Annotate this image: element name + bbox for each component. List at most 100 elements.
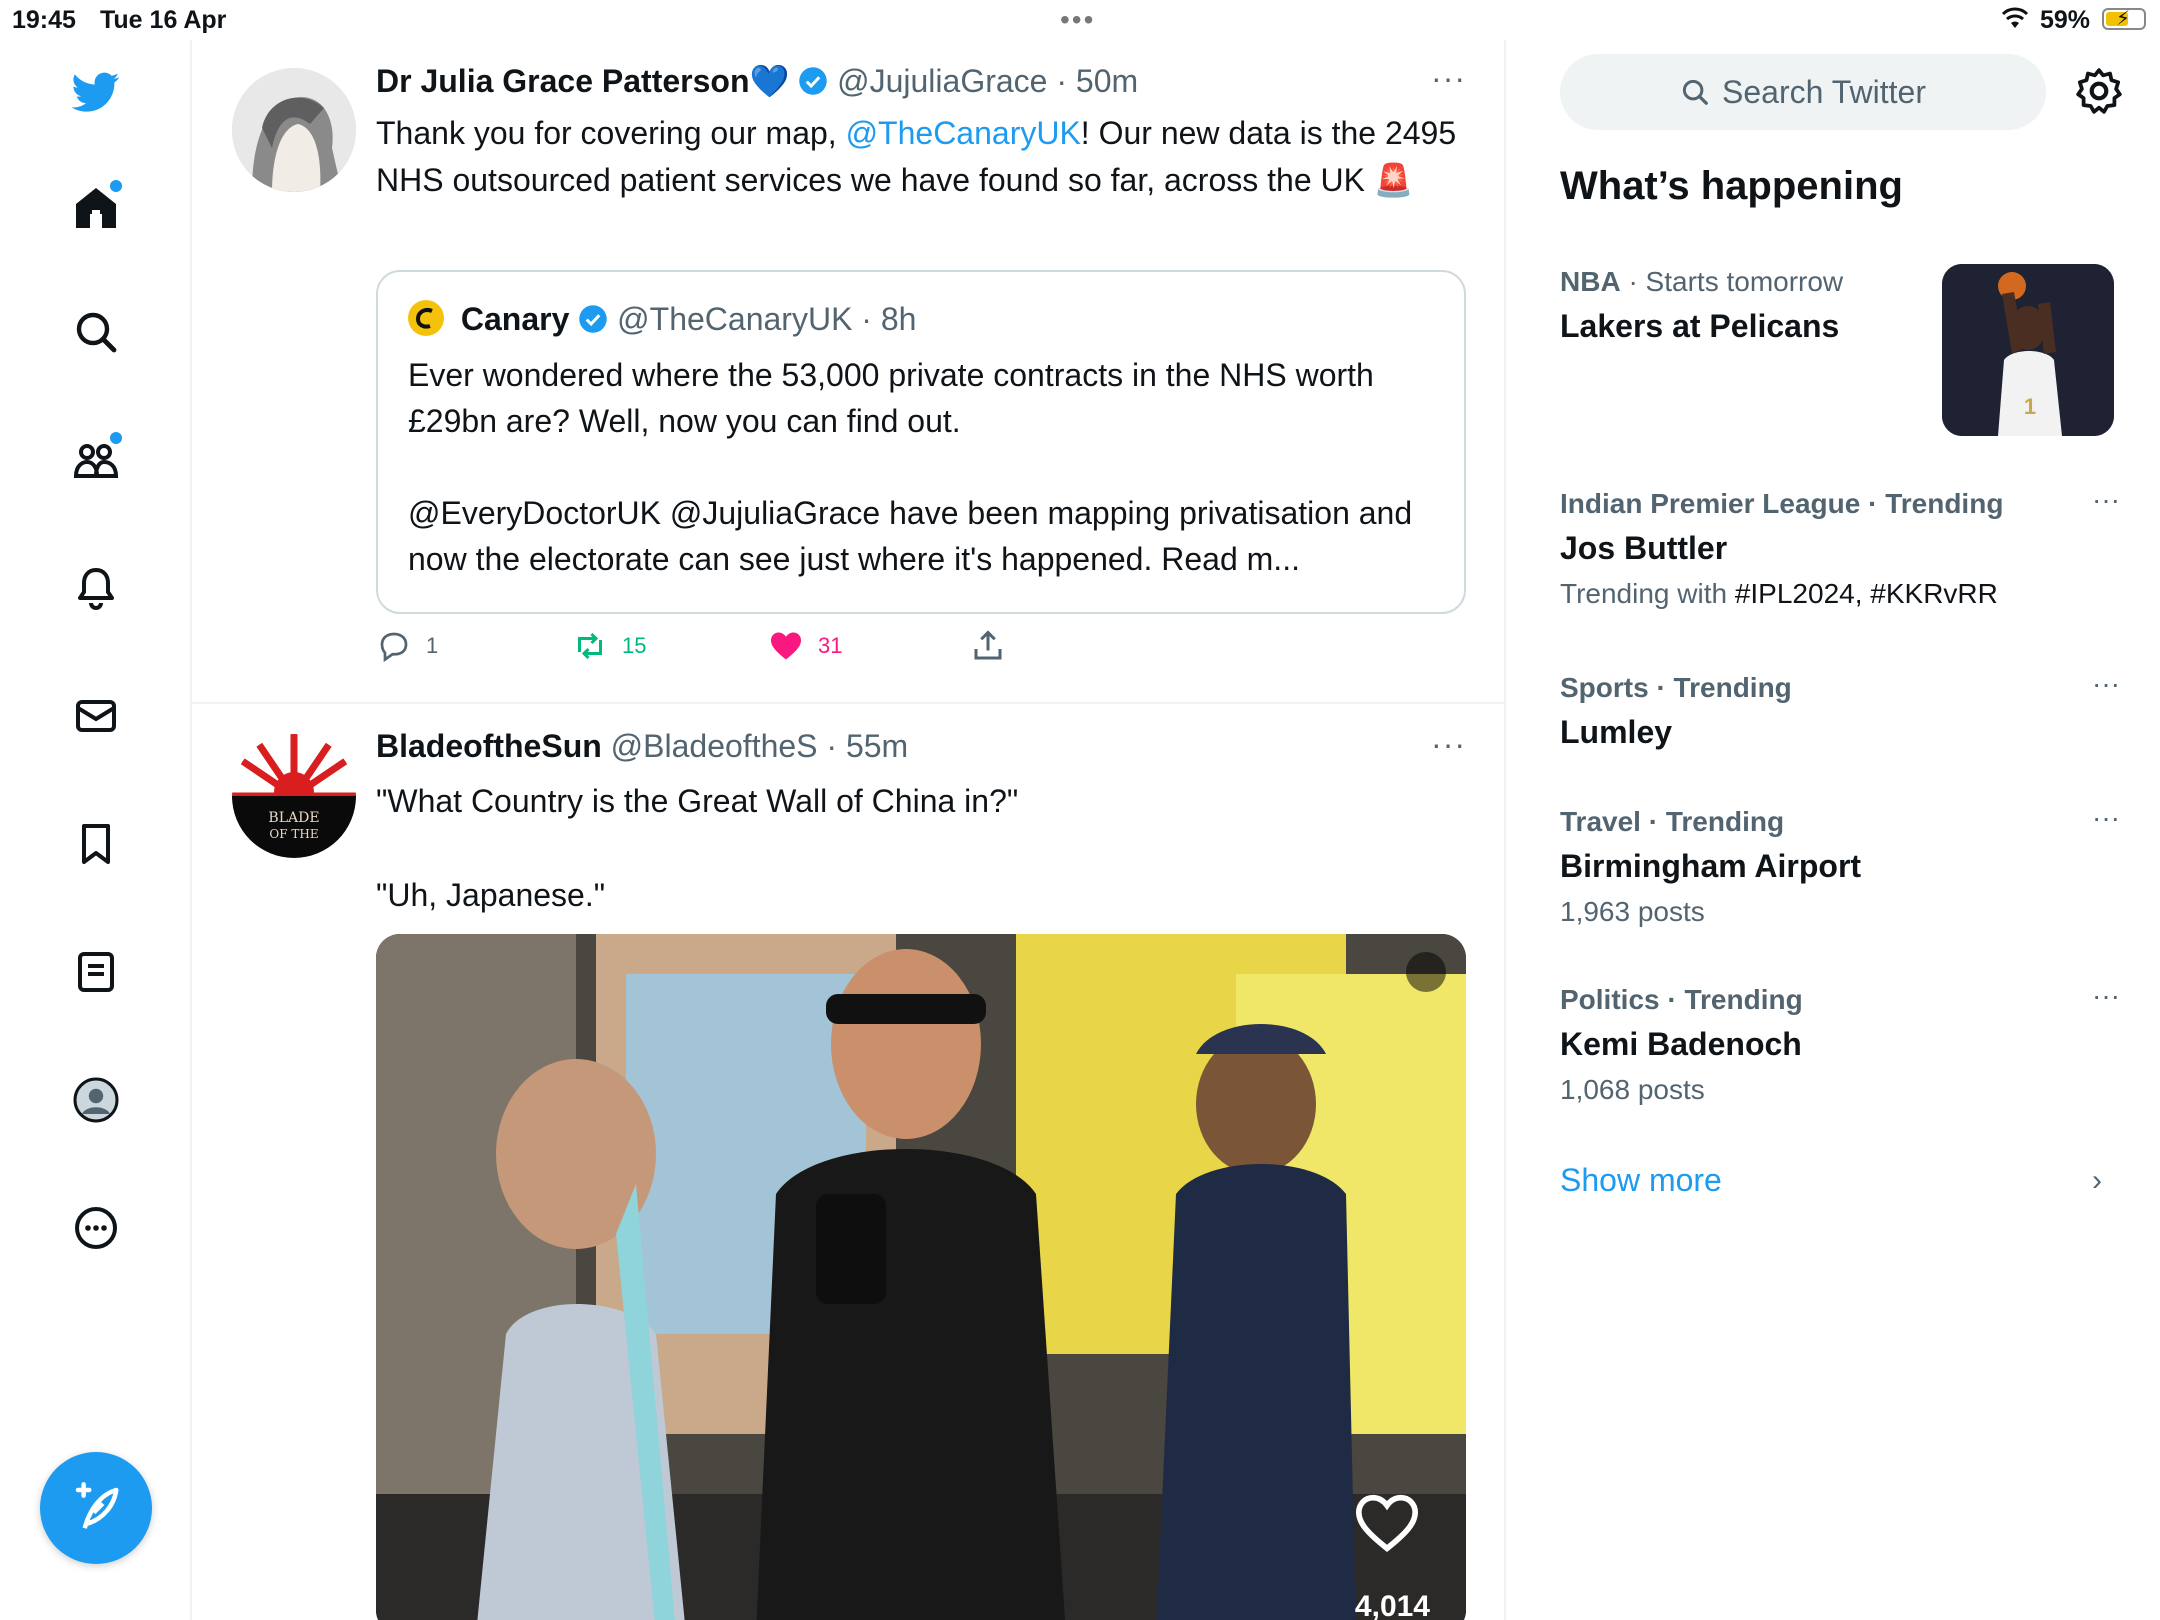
trend-item[interactable]: Travel · Trending Birmingham Airport 1,9… xyxy=(1560,802,2120,934)
tweet-time[interactable]: · 50m xyxy=(1056,63,1138,99)
trend-item[interactable]: Indian Premier League · Trending Jos But… xyxy=(1560,484,2120,616)
video-heart-icon[interactable] xyxy=(1352,1492,1422,1554)
notifications-bell-icon[interactable] xyxy=(66,558,126,618)
trend-category-label: NBA xyxy=(1560,266,1621,297)
quoted-text-paragraph: @EveryDoctorUK @JujuliaGrace have been m… xyxy=(408,495,1413,577)
avatar[interactable]: BLADE OF THE xyxy=(232,734,356,858)
quoted-avatar xyxy=(408,300,444,336)
trend-category-label: Sports · Trending xyxy=(1560,672,1792,703)
search-placeholder: Search Twitter xyxy=(1722,73,1926,110)
svg-text:1: 1 xyxy=(2024,394,2036,419)
trend-title: Lakers at Pelicans xyxy=(1560,308,1840,344)
retweet-icon xyxy=(578,632,602,660)
twitter-logo-icon[interactable] xyxy=(66,62,126,122)
battery-icon: ⚡ xyxy=(2102,8,2146,30)
trend-category: Travel · Trending xyxy=(1560,802,2120,842)
tweet-text: "What Country is the Great Wall of China… xyxy=(376,778,1466,919)
quoted-tweet[interactable]: Canary @TheCanaryUK · 8h Ever wondered w… xyxy=(376,270,1466,614)
whats-happening-title: What’s happening xyxy=(1560,164,1903,208)
trend-more-button[interactable]: ··· xyxy=(2092,802,2120,834)
tweet-more-button[interactable]: ··· xyxy=(1431,726,1466,763)
battery-percent: 59% xyxy=(2040,6,2091,34)
messages-envelope-icon[interactable] xyxy=(66,686,126,746)
reply-icon xyxy=(380,632,408,663)
video-frame-image xyxy=(376,934,1466,1620)
quoted-author-name: Canary xyxy=(460,301,570,337)
quoted-text-paragraph: Ever wondered where the 53,000 private c… xyxy=(408,357,1374,439)
trend-category: Politics · Trending xyxy=(1560,980,2120,1020)
reply-count: 1 xyxy=(426,633,439,658)
retweet-button[interactable]: 15 xyxy=(572,628,646,664)
trend-sub-prefix: Trending with xyxy=(1560,578,1735,609)
like-button[interactable]: 31 xyxy=(768,628,842,664)
lists-icon[interactable] xyxy=(66,942,126,1002)
search-icon xyxy=(1682,79,1708,105)
trend-item[interactable]: Politics · Trending Kemi Badenoch 1,068 … xyxy=(1560,980,2120,1112)
trend-thumbnail-image[interactable]: 1 xyxy=(1942,264,2114,436)
trend-item[interactable]: Sports · Trending Lumley ··· xyxy=(1560,668,2120,756)
trend-title: Birmingham Airport xyxy=(1560,848,1862,884)
trend-subtitle: Trending with #IPL2024, #KKRvRR xyxy=(1560,572,2120,616)
profile-avatar-icon[interactable] xyxy=(66,1070,126,1130)
trend-post-count: 1,963 posts xyxy=(1560,896,1705,927)
author-name[interactable]: BladeoftheSun xyxy=(376,728,602,764)
status-time: 19:45 xyxy=(12,6,76,34)
tweet-header: Dr Julia Grace Patterson💙 @JujuliaGrace … xyxy=(376,62,1138,100)
tweet[interactable]: Dr Julia Grace Patterson💙 @JujuliaGrace … xyxy=(192,40,1504,704)
search-input[interactable]: Search Twitter xyxy=(1560,54,2046,130)
tweet-actions: 1 15 31 xyxy=(376,628,1076,676)
trend-category: NBA · Starts tomorrow xyxy=(1560,262,1940,302)
tweet[interactable]: BLADE OF THE BladeoftheSun @BladeoftheS … xyxy=(192,706,1504,1620)
trend-category-label: Travel · Trending xyxy=(1560,806,1785,837)
verified-badge-icon xyxy=(799,67,827,95)
trend-more-button[interactable]: ··· xyxy=(2092,980,2120,1012)
trend-category-label: Politics · Trending xyxy=(1560,984,1803,1015)
author-handle[interactable]: @JujuliaGrace xyxy=(837,63,1047,99)
trend-title: Lumley xyxy=(1560,714,1673,750)
tweet-text-part: Thank you for covering our map, xyxy=(376,115,846,151)
tweet-text-paragraph: "Uh, Japanese." xyxy=(376,877,606,913)
trend-more-button[interactable]: ··· xyxy=(2092,668,2120,700)
reply-button[interactable]: 1 xyxy=(376,628,438,664)
tweet-time[interactable]: · 55m xyxy=(826,728,908,764)
chevron-right-icon[interactable]: › xyxy=(2092,1164,2102,1198)
share-icon xyxy=(974,630,1002,660)
tweet-video[interactable]: 4,014 xyxy=(376,934,1466,1620)
heart-filled-icon xyxy=(771,632,801,660)
quoted-tweet-time: · 8h xyxy=(861,301,917,337)
svg-text:OF THE: OF THE xyxy=(269,827,318,841)
multitasking-dots[interactable]: ••• xyxy=(1060,4,1095,36)
author-handle[interactable]: @BladeoftheS xyxy=(611,728,818,764)
tweet-text: Thank you for covering our map, @TheCana… xyxy=(376,110,1466,204)
show-more-link[interactable]: Show more xyxy=(1560,1162,1722,1199)
trend-title: Jos Buttler xyxy=(1560,530,1728,566)
avatar-lettering: BLADE xyxy=(268,810,319,826)
status-bar: 19:45 Tue 16 Apr ••• 59% ⚡ xyxy=(0,0,2160,40)
trend-title: Kemi Badenoch xyxy=(1560,1026,1802,1062)
communities-icon[interactable] xyxy=(66,430,126,490)
share-button[interactable] xyxy=(970,628,1006,664)
compose-tweet-icon xyxy=(75,1482,119,1529)
trend-context: · Starts tomorrow xyxy=(1628,266,1844,297)
settings-gear-icon[interactable] xyxy=(2074,66,2124,116)
author-name[interactable]: Dr Julia Grace Patterson💙 xyxy=(376,63,789,99)
avatar[interactable] xyxy=(232,68,356,192)
left-nav xyxy=(0,40,192,1620)
timeline: Dr Julia Grace Patterson💙 @JujuliaGrace … xyxy=(192,40,1506,1620)
trend-more-button[interactable]: ··· xyxy=(2092,484,2120,516)
captions-icon[interactable] xyxy=(1406,952,1446,992)
mention-link[interactable]: @TheCanaryUK xyxy=(846,115,1081,151)
trend-hashtags[interactable]: #IPL2024, #KKRvRR xyxy=(1735,578,1998,609)
compose-tweet-button[interactable] xyxy=(40,1452,152,1564)
verified-badge-icon xyxy=(579,305,608,333)
tweet-text-paragraph: "What Country is the Great Wall of China… xyxy=(376,783,1019,819)
trend-item[interactable]: NBA · Starts tomorrow Lakers at Pelicans xyxy=(1560,262,1940,350)
trend-category: Indian Premier League · Trending xyxy=(1560,484,2120,524)
home-icon[interactable] xyxy=(66,178,126,238)
more-options-icon[interactable] xyxy=(66,1198,126,1258)
retweet-count: 15 xyxy=(622,633,647,658)
quoted-tweet-text: Ever wondered where the 53,000 private c… xyxy=(408,352,1448,582)
tweet-more-button[interactable]: ··· xyxy=(1431,60,1466,97)
explore-search-icon[interactable] xyxy=(66,302,126,362)
bookmarks-icon[interactable] xyxy=(66,814,126,874)
